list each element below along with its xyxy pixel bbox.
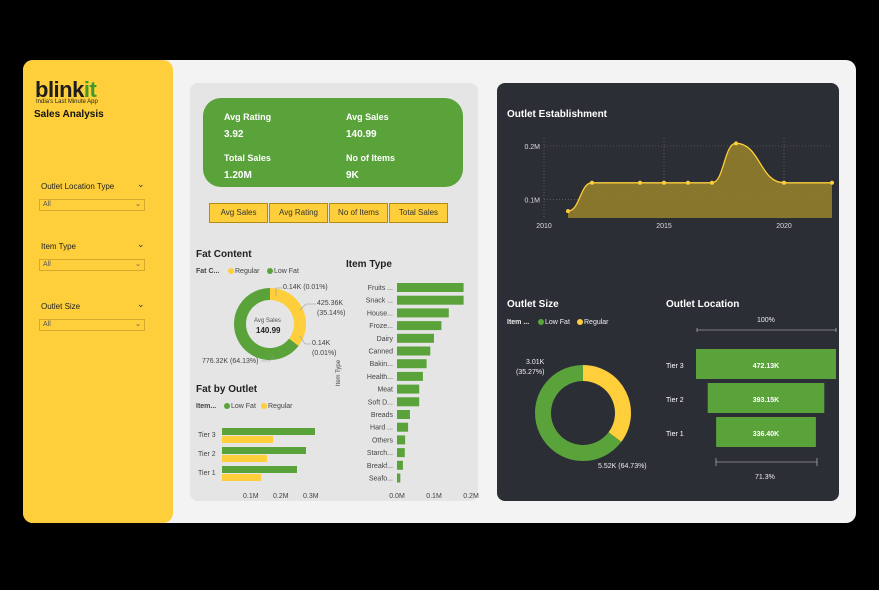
bar [397,346,431,356]
data-point [566,209,570,214]
range-bracket-top [696,328,837,332]
legend-dot [224,403,230,410]
size-annotation-2: 5.52K (64.73%) [598,463,647,470]
y-tick-label: Tier 1 [198,470,216,477]
outlet-establishment-title: Outlet Establishment [507,109,608,120]
bar [397,308,449,318]
y-tick-label: Meat [377,387,393,394]
x-tick-label: 2015 [656,223,672,230]
x-tick-label: 0.0M [389,493,405,500]
bar-low-fat [222,466,297,473]
y-tick-label: Froze... [369,323,393,330]
fat-by-outlet-bar-chart: Tier 3 Tier 2 Tier 1 0.1M 0.2M 0.3M [198,428,319,500]
item-type-axis-title: Item Type [336,359,343,387]
legend-regular: Regular [261,403,293,410]
outlet-establishment-area-chart: 0.1M 0.2M 2010 2015 2020 [524,138,834,230]
donut-slice [582,365,631,442]
y-tick-label: Tier 3 [198,432,216,439]
y-tick-label: Starch... [367,450,393,457]
size-annotation-1: (35.27%) [516,369,545,376]
outlet-size-donut-chart [535,365,631,461]
bar [397,384,420,394]
outlet-size-legend-title: Item ... [507,319,530,326]
bar-low-fat [222,428,315,435]
bar [397,473,401,483]
bar-regular [222,436,273,443]
x-tick-label: 2020 [776,223,792,230]
bar [397,321,442,331]
bar [397,371,423,381]
legend-low-fat: Low Fat [224,403,256,410]
bar [397,448,405,458]
legend-low-fat: Low Fat [538,319,570,326]
y-tick-label: Seafo... [369,476,393,483]
data-point [734,141,738,146]
data-point [710,180,714,185]
legend-dot [577,319,583,326]
x-tick-label: 0.1M [426,493,442,500]
y-tick-label: Health... [367,374,393,381]
bar [397,359,427,369]
bar [397,397,420,407]
y-tick-label: Breakf... [367,463,393,470]
outlet-size-title: Outlet Size [507,299,559,310]
bar-regular [222,455,267,462]
data-label: 472.13K [753,363,779,370]
data-point [686,180,690,185]
y-tick-label: Bakin... [370,361,393,368]
y-tick-label: 0.2M [524,144,540,151]
y-tick-label: Snack ... [366,298,393,305]
data-point [638,180,642,185]
x-tick-label: 0.2M [273,493,289,500]
y-tick-label: 0.1M [524,197,540,204]
y-tick-label: House... [367,310,393,317]
item-type-bar-chart: Fruits ... Snack ... House... Froze... Dairy… [366,283,479,500]
bar [397,295,464,305]
y-tick-label: Tier 3 [666,363,684,370]
x-tick-label: 0.1M [243,493,259,500]
data-point [830,180,834,185]
area-fill [568,143,832,218]
outlet-location-title: Outlet Location [666,299,740,310]
bar-low-fat [222,447,306,454]
outlet-location-bottom-label: 71.3% [755,474,775,481]
y-tick-label: Tier 1 [666,431,684,438]
bar [397,410,410,419]
x-tick-label: 0.2M [463,493,479,500]
range-bracket-bottom [715,458,818,466]
data-label: 336.40K [753,431,779,438]
data-point [662,180,666,185]
data-label: 393.15K [753,397,779,404]
data-point [590,180,594,185]
y-tick-label: Tier 2 [198,451,216,458]
x-tick-label: 0.3M [303,493,319,500]
y-tick-label: Tier 2 [666,397,684,404]
y-tick-label: Soft D... [368,399,393,406]
bar [397,283,464,292]
outlet-location-top-label: 100% [757,317,775,324]
bar-regular [222,474,261,481]
y-tick-label: Others [372,437,394,444]
item-type-title: Item Type [346,259,392,270]
bar [397,333,434,343]
legend-dot [261,403,267,410]
fat-by-outlet-legend-title: Item... [196,403,217,410]
bar [397,460,403,470]
bar [397,435,406,445]
y-tick-label: Fruits ... [368,285,393,292]
size-annotation-0: 3.01K [526,359,545,366]
y-tick-label: Hard ... [370,425,393,432]
bar [397,422,409,432]
data-point [782,180,786,185]
legend-regular: Regular [577,319,609,326]
outlet-location-funnel-chart: Tier 3 472.13K Tier 2 393.15K Tier 1 336.40K [666,328,837,466]
legend-dot [538,319,544,326]
fat-by-outlet-title: Fat by Outlet [196,384,258,395]
x-tick-label: 2010 [536,223,552,230]
y-tick-label: Dairy [377,336,394,343]
y-tick-label: Breads [371,412,394,419]
y-tick-label: Canned [368,349,393,356]
